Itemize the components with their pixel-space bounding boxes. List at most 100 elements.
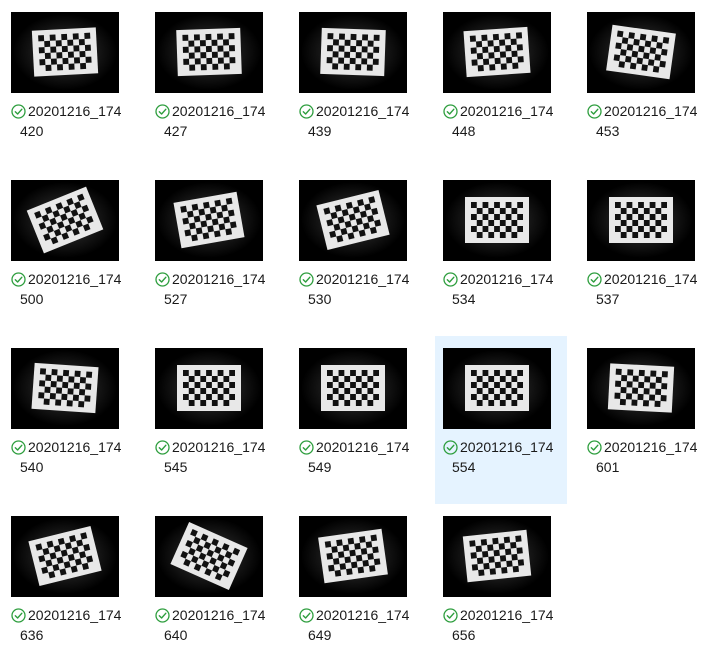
file-item[interactable]: 20201216_174 540 xyxy=(3,336,135,504)
file-name-line1[interactable]: 20201216_174 xyxy=(604,101,709,121)
file-name-line2[interactable]: 500 xyxy=(20,289,43,309)
file-thumbnail[interactable] xyxy=(155,516,263,597)
file-name-line1[interactable]: 20201216_174 xyxy=(28,605,133,625)
file-thumbnail[interactable] xyxy=(443,516,551,597)
synced-check-icon xyxy=(299,440,314,455)
file-name-line1[interactable]: 20201216_174 xyxy=(172,437,277,457)
file-name-line1[interactable]: 20201216_174 xyxy=(28,101,133,121)
file-name-line1[interactable]: 20201216_174 xyxy=(316,437,421,457)
file-item[interactable]: 20201216_174 640 xyxy=(147,504,279,672)
file-item[interactable]: 20201216_174 453 xyxy=(579,0,711,168)
file-name-line1[interactable]: 20201216_174 xyxy=(172,269,277,289)
file-item[interactable]: 20201216_174 636 xyxy=(3,504,135,672)
file-item[interactable]: 20201216_174 427 xyxy=(147,0,279,168)
file-name-line2[interactable]: 545 xyxy=(164,457,187,477)
synced-check-icon xyxy=(155,608,170,623)
file-name-line2[interactable]: 534 xyxy=(452,289,475,309)
checkerboard-thumbnail-image xyxy=(443,348,551,429)
synced-check-icon xyxy=(299,608,314,623)
synced-check-icon xyxy=(587,104,602,119)
file-name-line2[interactable]: 601 xyxy=(596,457,619,477)
file-name-line1[interactable]: 20201216_174 xyxy=(316,269,421,289)
file-thumbnail[interactable] xyxy=(11,516,119,597)
file-item[interactable]: 20201216_174 601 xyxy=(579,336,711,504)
checkerboard-thumbnail-image xyxy=(443,516,551,597)
file-thumbnail[interactable] xyxy=(299,516,407,597)
file-name-line1[interactable]: 20201216_174 xyxy=(172,605,277,625)
checkerboard-thumbnail-image xyxy=(299,348,407,429)
checkerboard-thumbnail-image xyxy=(155,180,263,261)
file-thumbnail[interactable] xyxy=(155,348,263,429)
file-thumbnail[interactable] xyxy=(155,180,263,261)
file-name-line1[interactable]: 20201216_174 xyxy=(316,101,421,121)
file-thumbnail[interactable] xyxy=(155,12,263,93)
file-thumbnail[interactable] xyxy=(11,12,119,93)
file-item[interactable]: 20201216_174 656 xyxy=(435,504,567,672)
file-item[interactable]: 20201216_174 537 xyxy=(579,168,711,336)
file-name-line2[interactable]: 549 xyxy=(308,457,331,477)
file-name-line1[interactable]: 20201216_174 xyxy=(460,269,565,289)
file-item[interactable]: 20201216_174 649 xyxy=(291,504,423,672)
file-name-line2[interactable]: 439 xyxy=(308,121,331,141)
checkerboard-thumbnail-image xyxy=(155,348,263,429)
synced-check-icon xyxy=(587,440,602,455)
file-name-line2[interactable]: 649 xyxy=(308,625,331,645)
file-thumbnail[interactable] xyxy=(587,348,695,429)
synced-check-icon xyxy=(443,608,458,623)
file-name-line2[interactable]: 453 xyxy=(596,121,619,141)
file-thumbnail[interactable] xyxy=(443,348,551,429)
file-thumbnail[interactable] xyxy=(587,12,695,93)
file-name-line2[interactable]: 420 xyxy=(20,121,43,141)
file-thumbnail[interactable] xyxy=(11,348,119,429)
file-item[interactable]: 20201216_174 554 xyxy=(435,336,567,504)
file-name-line1[interactable]: 20201216_174 xyxy=(172,101,277,121)
checkerboard-thumbnail-image xyxy=(299,516,407,597)
file-name-line1[interactable]: 20201216_174 xyxy=(460,101,565,121)
file-name-line2[interactable]: 537 xyxy=(596,289,619,309)
file-name-line2[interactable]: 554 xyxy=(452,457,475,477)
checkerboard-thumbnail-image xyxy=(299,180,407,261)
file-thumbnail[interactable] xyxy=(299,12,407,93)
file-thumbnail[interactable] xyxy=(443,12,551,93)
file-item[interactable]: 20201216_174 500 xyxy=(3,168,135,336)
file-thumbnail[interactable] xyxy=(11,180,119,261)
file-name-line2[interactable]: 527 xyxy=(164,289,187,309)
file-name-line1[interactable]: 20201216_174 xyxy=(460,437,565,457)
file-name-line1[interactable]: 20201216_174 xyxy=(604,437,709,457)
file-name-line1[interactable]: 20201216_174 xyxy=(316,605,421,625)
file-thumbnail[interactable] xyxy=(443,180,551,261)
synced-check-icon xyxy=(155,104,170,119)
file-item[interactable]: 20201216_174 530 xyxy=(291,168,423,336)
synced-check-icon xyxy=(299,104,314,119)
file-thumbnail[interactable] xyxy=(299,180,407,261)
file-item[interactable]: 20201216_174 527 xyxy=(147,168,279,336)
file-name-line1[interactable]: 20201216_174 xyxy=(604,269,709,289)
file-item[interactable]: 20201216_174 549 xyxy=(291,336,423,504)
checkerboard-thumbnail-image xyxy=(587,348,695,429)
checkerboard-thumbnail-image xyxy=(443,180,551,261)
file-name-line2[interactable]: 448 xyxy=(452,121,475,141)
file-thumbnail[interactable] xyxy=(299,348,407,429)
file-item[interactable]: 20201216_174 534 xyxy=(435,168,567,336)
file-name-line1[interactable]: 20201216_174 xyxy=(28,437,133,457)
file-name-line2[interactable]: 636 xyxy=(20,625,43,645)
file-name-line2[interactable]: 530 xyxy=(308,289,331,309)
file-name-line2[interactable]: 427 xyxy=(164,121,187,141)
file-thumbnail[interactable] xyxy=(587,180,695,261)
checkerboard-thumbnail-image xyxy=(443,12,551,93)
file-item[interactable]: 20201216_174 439 xyxy=(291,0,423,168)
file-name-line1[interactable]: 20201216_174 xyxy=(28,269,133,289)
synced-check-icon xyxy=(11,272,26,287)
file-item[interactable]: 20201216_174 420 xyxy=(3,0,135,168)
synced-check-icon xyxy=(299,272,314,287)
file-item[interactable]: 20201216_174 545 xyxy=(147,336,279,504)
synced-check-icon xyxy=(11,104,26,119)
file-name-line2[interactable]: 540 xyxy=(20,457,43,477)
checkerboard-thumbnail-image xyxy=(155,12,263,93)
synced-check-icon xyxy=(155,272,170,287)
file-item[interactable]: 20201216_174 448 xyxy=(435,0,567,168)
checkerboard-thumbnail-image xyxy=(299,12,407,93)
file-name-line2[interactable]: 640 xyxy=(164,625,187,645)
file-name-line2[interactable]: 656 xyxy=(452,625,475,645)
file-name-line1[interactable]: 20201216_174 xyxy=(460,605,565,625)
